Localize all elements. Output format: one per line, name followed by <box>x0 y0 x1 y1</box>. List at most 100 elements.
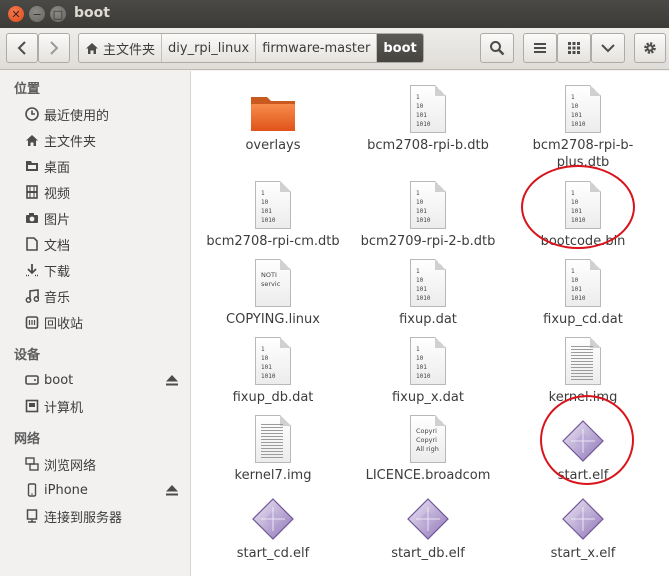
chevron-left-icon <box>17 41 26 55</box>
toolbar: 主文件夹 diy_rpi_linux firmware-master boot <box>0 28 669 70</box>
file-item[interactable]: 1 10 101 1010 bcm2709-rpi-2-b.dtb <box>352 175 504 250</box>
file-item[interactable]: kernel7.img <box>197 409 349 484</box>
file-name: start_x.elf <box>550 546 616 561</box>
chevron-down-icon <box>601 44 615 53</box>
breadcrumb-diy-rpi-linux[interactable]: diy_rpi_linux <box>162 34 257 62</box>
list-view-icon <box>534 43 546 53</box>
file-item[interactable]: 1 10 101 1010 bcm2708-rpi-b-plus.dtb <box>507 79 659 171</box>
breadcrumb-home[interactable]: 主文件夹 <box>79 34 163 62</box>
sidebar-item-videos[interactable]: 视频 <box>24 180 70 204</box>
list-view-button[interactable] <box>523 33 557 63</box>
phone-icon <box>24 482 40 498</box>
close-icon[interactable]: ✕ <box>8 6 24 22</box>
maximize-icon[interactable]: □ <box>50 6 66 22</box>
gear-icon <box>644 42 656 54</box>
sidebar-item-desktop[interactable]: 桌面 <box>24 154 70 178</box>
trash-icon <box>24 314 40 330</box>
file-name: kernel7.img <box>234 468 312 483</box>
binary-file-icon: 1 10 101 1010 <box>565 259 601 307</box>
image-file-icon <box>565 337 601 385</box>
file-item[interactable]: overlays <box>197 79 349 154</box>
binary-file-icon: 1 10 101 1010 <box>410 259 446 307</box>
minimize-icon[interactable]: − <box>29 6 45 22</box>
file-name: LICENCE.broadcom <box>365 468 491 483</box>
file-item[interactable]: 1 10 101 1010 bcm2708-rpi-b.dtb <box>352 79 504 154</box>
sidebar-item-music[interactable]: 音乐 <box>24 284 70 308</box>
music-icon <box>24 288 40 304</box>
file-name: bcm2709-rpi-2-b.dtb <box>360 234 496 249</box>
sidebar-item-home[interactable]: 主文件夹 <box>24 128 96 152</box>
file-item[interactable]: 1 10 101 1010 bcm2708-rpi-cm.dtb <box>197 175 349 250</box>
desktop-folder-icon <box>24 158 40 174</box>
file-name: COPYING.linux <box>226 312 320 327</box>
sidebar-item-recent[interactable]: 最近使用的 <box>24 102 109 126</box>
sidebar-item-downloads[interactable]: 下载 <box>24 258 70 282</box>
network-icon <box>24 456 40 472</box>
text-file-icon: Copyri Copyri All righ <box>410 415 446 463</box>
binary-file-icon: 1 10 101 1010 <box>410 337 446 385</box>
grid-view-button[interactable] <box>557 33 591 63</box>
file-item[interactable]: Copyri Copyri All righ LICENCE.broadcom <box>352 409 504 484</box>
file-item[interactable]: start_x.elf <box>507 487 659 562</box>
search-button[interactable] <box>480 33 514 63</box>
file-item[interactable]: start_cd.elf <box>197 487 349 562</box>
file-name: start_db.elf <box>391 546 465 561</box>
file-name: fixup.dat <box>399 312 457 327</box>
sidebar-item-browse-network[interactable]: 浏览网络 <box>24 452 96 476</box>
file-item[interactable]: start_db.elf <box>352 487 504 562</box>
drive-icon <box>24 372 40 388</box>
document-icon <box>24 236 40 252</box>
sidebar-item-boot[interactable]: boot <box>24 368 73 392</box>
video-icon <box>24 184 40 200</box>
sidebar-section-devices: 设备 <box>14 348 41 363</box>
image-file-icon <box>255 415 291 463</box>
sidebar-item-documents[interactable]: 文档 <box>24 232 70 256</box>
sidebar-item-trash[interactable]: 回收站 <box>24 310 83 334</box>
file-item[interactable]: 1 10 101 1010 fixup_cd.dat <box>507 253 659 328</box>
file-item[interactable]: NOTI servic COPYING.linux <box>197 253 349 328</box>
view-options-button[interactable] <box>591 33 625 63</box>
file-manager-window: ✕ − □ boot 主文件夹 diy_rpi_linux firmware-m… <box>0 0 669 576</box>
elf-executable-icon <box>562 498 604 540</box>
text-file-icon: NOTI servic <box>255 259 291 307</box>
sidebar-item-iphone[interactable]: iPhone <box>24 478 88 502</box>
file-name: start_cd.elf <box>236 546 310 561</box>
breadcrumb-boot[interactable]: boot <box>377 34 423 62</box>
server-icon <box>24 508 40 524</box>
clock-icon <box>24 106 40 122</box>
eject-icon[interactable] <box>165 483 179 497</box>
file-item[interactable]: 1 10 101 1010 fixup_x.dat <box>352 331 504 406</box>
elf-executable-icon <box>407 498 449 540</box>
back-button[interactable] <box>6 33 38 63</box>
sidebar-item-pictures[interactable]: 图片 <box>24 206 70 230</box>
elf-executable-icon <box>252 498 294 540</box>
folder-icon <box>251 97 295 131</box>
binary-file-icon: 1 10 101 1010 <box>565 85 601 133</box>
window-title: boot <box>74 5 110 21</box>
file-item[interactable]: 1 10 101 1010 fixup.dat <box>352 253 504 328</box>
binary-file-icon: 1 10 101 1010 <box>255 337 291 385</box>
camera-icon <box>24 210 40 226</box>
computer-icon <box>24 398 40 414</box>
search-icon <box>490 41 505 56</box>
breadcrumb-firmware-master[interactable]: firmware-master <box>256 34 378 62</box>
settings-button[interactable] <box>634 33 666 63</box>
file-name: fixup_db.dat <box>232 390 314 405</box>
highlight-circle-start-elf <box>540 395 634 485</box>
file-name: bcm2708-rpi-b.dtb <box>367 138 489 153</box>
grid-view-icon <box>568 42 580 54</box>
file-item[interactable]: 1 10 101 1010 fixup_db.dat <box>197 331 349 406</box>
sidebar: 位置 最近使用的 主文件夹 桌面 视频 图片 文档 下载 音乐 回收站 设备 b… <box>0 71 190 576</box>
home-icon <box>24 132 40 148</box>
eject-icon[interactable] <box>165 373 179 387</box>
sidebar-section-network: 网络 <box>14 432 41 447</box>
binary-file-icon: 1 10 101 1010 <box>410 181 446 229</box>
sidebar-item-computer[interactable]: 计算机 <box>24 394 83 418</box>
forward-button[interactable] <box>38 33 70 63</box>
file-name: fixup_cd.dat <box>543 312 623 327</box>
binary-file-icon: 1 10 101 1010 <box>255 181 291 229</box>
sidebar-item-connect-server[interactable]: 连接到服务器 <box>24 504 122 528</box>
download-icon <box>24 262 40 278</box>
file-grid: overlays 1 10 101 1010 bcm2708-rpi-b.dtb 11… <box>190 71 669 576</box>
breadcrumb: 主文件夹 diy_rpi_linux firmware-master boot <box>78 33 424 63</box>
